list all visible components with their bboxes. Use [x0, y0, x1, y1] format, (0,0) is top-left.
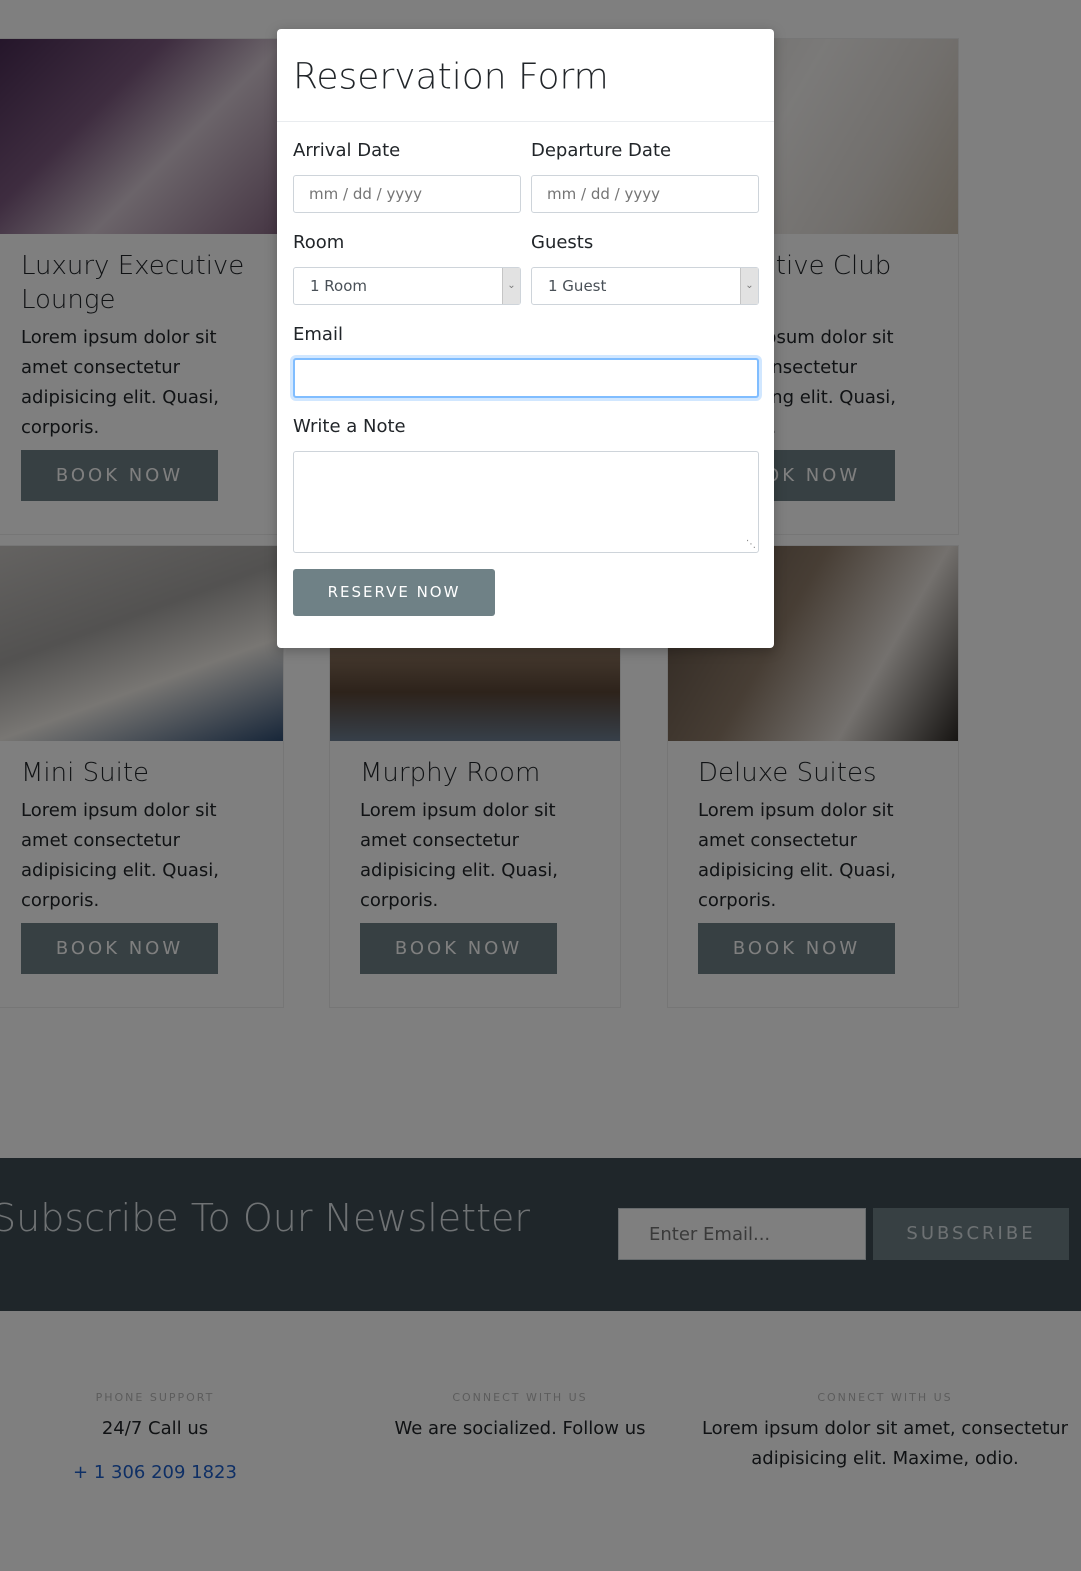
reserve-now-button[interactable]: RESERVE NOW: [293, 569, 495, 616]
departure-date-input[interactable]: [531, 175, 759, 213]
arrival-date-label: Arrival Date: [293, 140, 401, 161]
note-label: Write a Note: [293, 416, 406, 437]
chevron-down-icon: ⌄: [740, 268, 758, 304]
guests-select[interactable]: 1 Guest ⌄: [531, 267, 759, 305]
reservation-modal: Reservation Form Arrival Date Departure …: [277, 29, 774, 648]
arrival-date-input[interactable]: [293, 175, 521, 213]
chevron-down-icon: ⌄: [502, 268, 520, 304]
resize-grip-icon[interactable]: ⋱: [746, 540, 756, 550]
guests-select-value: 1 Guest: [548, 277, 607, 295]
room-label: Room: [293, 232, 345, 253]
room-select-value: 1 Room: [310, 277, 368, 295]
email-field[interactable]: [293, 358, 759, 398]
room-select[interactable]: 1 Room ⌄: [293, 267, 521, 305]
note-textarea[interactable]: ⋱: [293, 451, 759, 553]
modal-divider: [277, 121, 774, 122]
email-label: Email: [293, 324, 343, 345]
departure-date-label: Departure Date: [531, 140, 672, 161]
guests-label: Guests: [531, 232, 594, 253]
modal-title: Reservation Form: [293, 56, 609, 98]
